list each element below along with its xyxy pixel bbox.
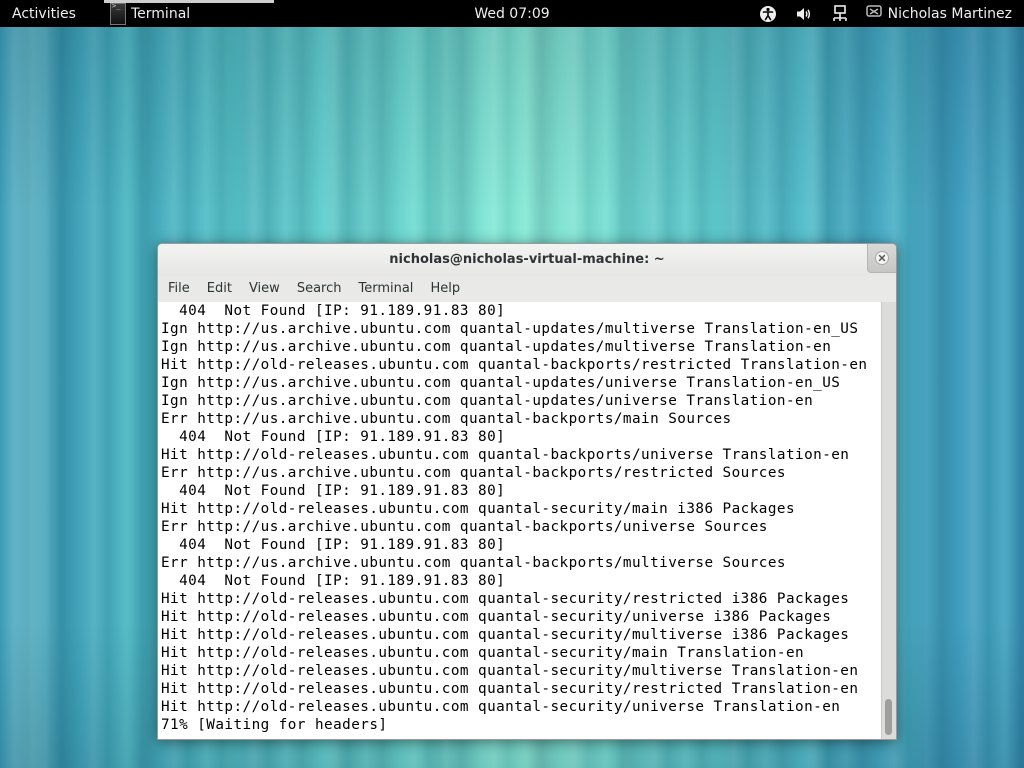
terminal-window: nicholas@nicholas-virtual-machine: ~ Fil… [157,243,897,740]
terminal-line: Ign http://us.archive.ubuntu.com quantal… [161,321,859,337]
terminal-line: Hit http://old-releases.ubuntu.com quant… [161,663,859,679]
chat-status-icon [865,4,882,23]
close-icon [875,251,889,265]
terminal-line: Hit http://old-releases.ubuntu.com quant… [161,357,868,373]
terminal-line: Hit http://old-releases.ubuntu.com quant… [161,501,796,517]
terminal-line: 404 Not Found [IP: 91.189.91.83 80] [161,483,506,499]
terminal-line: Hit http://old-releases.ubuntu.com quant… [161,627,850,643]
menu-file[interactable]: File [162,276,196,302]
scrollbar-thumb[interactable] [885,699,892,735]
accessibility-icon[interactable] [758,4,778,24]
volume-icon[interactable] [794,4,814,24]
terminal-line: Ign http://us.archive.ubuntu.com quantal… [161,393,814,409]
user-name: Nicholas Martinez [887,5,1012,22]
terminal-line: Hit http://old-releases.ubuntu.com quant… [161,681,859,697]
app-menu-highlight [104,0,274,3]
terminal-line: 404 Not Found [IP: 91.189.91.83 80] [161,573,506,589]
terminal-line: Hit http://old-releases.ubuntu.com quant… [161,447,850,463]
terminal-output: 404 Not Found [IP: 91.189.91.83 80] Ign h… [158,302,882,734]
terminal-line: 404 Not Found [IP: 91.189.91.83 80] [161,429,506,445]
user-menu[interactable]: Nicholas Martinez [865,4,1012,23]
network-icon[interactable] [830,4,850,24]
top-panel: Activities Terminal Wed 07:09 [0,0,1024,27]
close-button[interactable] [867,244,896,273]
menu-edit[interactable]: Edit [201,276,238,302]
menu-help[interactable]: Help [424,276,466,302]
status-area: Nicholas Martinez [758,0,1024,27]
window-title: nicholas@nicholas-virtual-machine: ~ [389,252,665,267]
menu-terminal[interactable]: Terminal [352,276,419,302]
terminal-line: Ign http://us.archive.ubuntu.com quantal… [161,375,841,391]
terminal-text-area[interactable]: 404 Not Found [IP: 91.189.91.83 80] Ign h… [158,302,882,739]
terminal-line: Err http://us.archive.ubuntu.com quantal… [161,519,768,535]
terminal-line: Ign http://us.archive.ubuntu.com quantal… [161,339,832,355]
window-titlebar[interactable]: nicholas@nicholas-virtual-machine: ~ [158,244,896,276]
terminal-line: 404 Not Found [IP: 91.189.91.83 80] [161,303,506,319]
menu-view[interactable]: View [243,276,286,302]
terminal-line: Err http://us.archive.ubuntu.com quantal… [161,555,786,571]
terminal-line: Hit http://old-releases.ubuntu.com quant… [161,699,841,715]
terminal-line: Hit http://old-releases.ubuntu.com quant… [161,591,850,607]
terminal-line: Err http://us.archive.ubuntu.com quantal… [161,411,732,427]
terminal-line: Hit http://old-releases.ubuntu.com quant… [161,609,832,625]
menubar: File Edit View Search Terminal Help [158,276,896,302]
vertical-scrollbar[interactable] [881,302,896,739]
menu-search[interactable]: Search [291,276,348,302]
terminal-line: 71% [Waiting for headers] [161,717,388,733]
terminal-line: Err http://us.archive.ubuntu.com quantal… [161,465,786,481]
terminal-line: Hit http://old-releases.ubuntu.com quant… [161,645,805,661]
terminal-line: 404 Not Found [IP: 91.189.91.83 80] [161,537,506,553]
